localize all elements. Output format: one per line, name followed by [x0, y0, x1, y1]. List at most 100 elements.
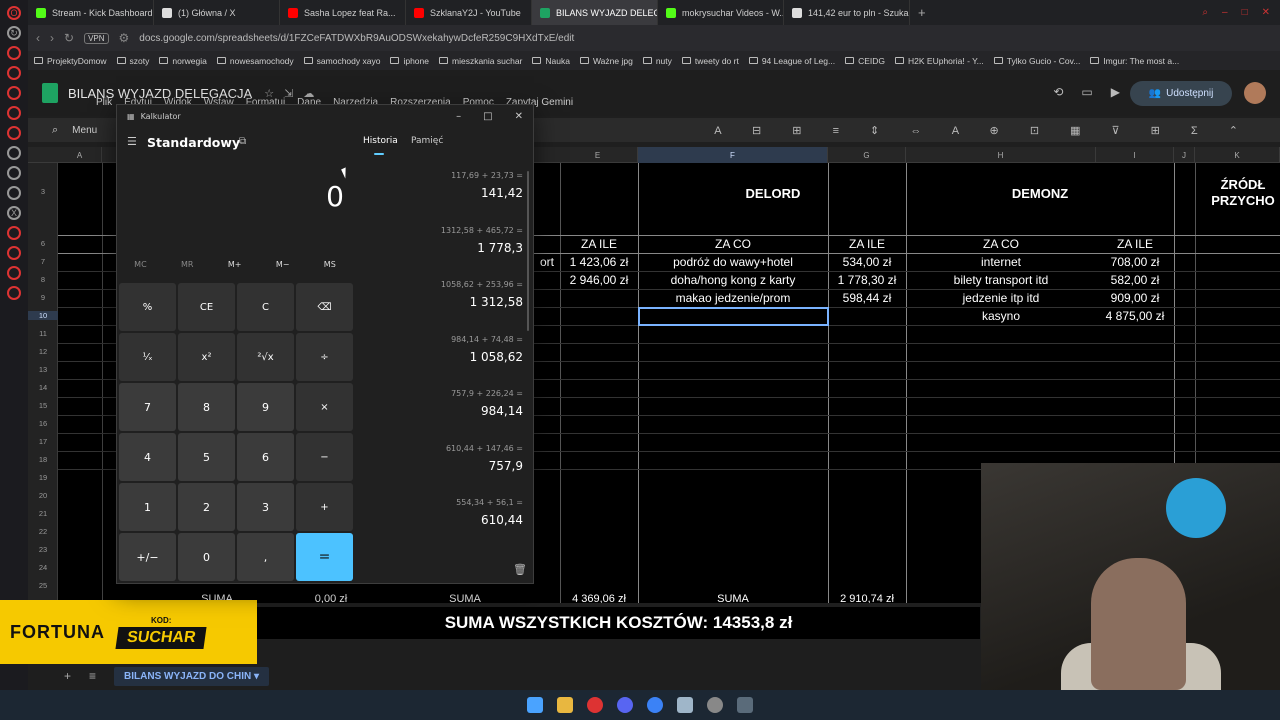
opera-logo-icon[interactable]: O: [7, 6, 21, 20]
meet-icon[interactable]: ▶: [1111, 85, 1120, 99]
memory-button[interactable]: MR: [181, 260, 193, 269]
bookmark-item[interactable]: ProjektyDomow: [34, 56, 107, 66]
key-digit-3[interactable]: 3: [237, 483, 294, 531]
memory-button[interactable]: MC: [134, 260, 147, 269]
sidebar-app-icon[interactable]: [7, 126, 21, 140]
header-za-ile[interactable]: ZA ILE: [1096, 235, 1174, 253]
bookmark-item[interactable]: 94 League of Leg...: [748, 56, 835, 66]
cell-suma-value[interactable]: 0,00 zł: [292, 591, 370, 603]
file-explorer-icon[interactable]: [557, 697, 573, 713]
history-item[interactable]: 984,14 + 74,48 = 1 058,62: [353, 331, 529, 386]
clear-history-icon[interactable]: 🗑: [513, 563, 527, 576]
column-header-h[interactable]: H: [906, 147, 1096, 163]
cell-e7[interactable]: 1 423,06 zł: [560, 253, 638, 271]
key-equals[interactable]: =: [296, 533, 353, 581]
bookmark-item[interactable]: CEIDG: [845, 56, 885, 66]
memory-button[interactable]: MS: [324, 260, 336, 269]
discord-icon[interactable]: [617, 697, 633, 713]
key-digit-0[interactable]: 0: [178, 533, 235, 581]
row-header[interactable]: 22: [28, 527, 58, 536]
browser-tab[interactable]: Sasha Lopez feat Ra...: [280, 0, 406, 25]
sidebar-app-icon[interactable]: [7, 246, 21, 260]
column-header-f[interactable]: F: [638, 147, 828, 163]
bookmark-item[interactable]: Nauka: [532, 56, 570, 66]
maximize-icon[interactable]: □: [1242, 7, 1248, 18]
key-clear[interactable]: C: [237, 283, 294, 331]
key-reciprocal[interactable]: ¹⁄ₓ: [119, 333, 176, 381]
key-digit-2[interactable]: 2: [178, 483, 235, 531]
history-item[interactable]: 1312,58 + 465,72 = 1 778,3: [353, 222, 529, 277]
menu-search-input[interactable]: Menu: [72, 125, 97, 136]
section-title-demonz[interactable]: DEMONZ: [906, 173, 1174, 213]
cell-delord-co[interactable]: makao jedzenie/prom: [638, 289, 828, 307]
opera-icon[interactable]: [587, 697, 603, 713]
cell-suma-label[interactable]: SUMA: [638, 591, 828, 603]
row-header[interactable]: 21: [28, 509, 58, 518]
cell-demonz-co[interactable]: bilety transport itd: [906, 271, 1096, 289]
column-header-g[interactable]: G: [828, 147, 906, 163]
key-digit-7[interactable]: 7: [119, 383, 176, 431]
selected-cell[interactable]: [638, 307, 829, 326]
sidebar-app-icon[interactable]: [7, 86, 21, 100]
cell-delord-ile[interactable]: 534,00 zł: [828, 253, 906, 271]
vpn-badge[interactable]: VPN: [84, 32, 109, 44]
row-header[interactable]: 14: [28, 383, 58, 392]
cell-suma-value[interactable]: 2 910,74 zł: [828, 591, 906, 603]
row-header[interactable]: 20: [28, 491, 58, 500]
cell-demonz-ile[interactable]: 708,00 zł: [1096, 253, 1174, 271]
search-icon[interactable]: ⌕: [52, 124, 58, 137]
history-item[interactable]: 1058,62 + 253,96 = 1 312,58: [353, 276, 529, 331]
column-header-j[interactable]: J: [1174, 147, 1195, 163]
bookmark-item[interactable]: norwegia: [159, 56, 207, 66]
add-sheet-icon[interactable]: +: [64, 669, 71, 683]
bookmark-item[interactable]: Tylko Gucio - Cov...: [993, 56, 1080, 66]
history-list[interactable]: 117,69 + 23,73 = 141,42 1312,58 + 465,72 =…: [353, 167, 529, 557]
bookmark-item[interactable]: nuty: [642, 56, 672, 66]
cell-suma-value[interactable]: 4 369,06 zł: [560, 591, 638, 603]
sidebar-app-icon[interactable]: [7, 66, 21, 80]
cell-demonz-ile[interactable]: 4 875,00 zł: [1096, 307, 1174, 325]
bookmark-item[interactable]: nowesamochody: [216, 56, 294, 66]
maximize-icon[interactable]: □: [483, 111, 492, 122]
row-header[interactable]: 9: [28, 293, 58, 302]
key-decimal[interactable]: ,: [237, 533, 294, 581]
steam-icon[interactable]: [677, 697, 693, 713]
header-za-co[interactable]: ZA CO: [906, 235, 1096, 253]
windows-start-icon[interactable]: [527, 697, 543, 713]
sidebar-app-icon[interactable]: [7, 146, 21, 160]
key-square[interactable]: x²: [178, 333, 235, 381]
cell-suma-label[interactable]: SUMA: [370, 591, 560, 603]
calculator-taskbar-icon[interactable]: [737, 697, 753, 713]
header-za-ile[interactable]: ZA ILE: [828, 235, 906, 253]
history-item[interactable]: 610,44 + 147,46 = 757,9: [353, 440, 529, 495]
key-subtract[interactable]: −: [296, 433, 353, 481]
row-header[interactable]: 16: [28, 419, 58, 428]
browser-tab[interactable]: Stream - Kick Dashboard: [28, 0, 154, 25]
memory-button[interactable]: M+: [228, 260, 242, 269]
cell-e8[interactable]: 2 946,00 zł: [560, 271, 638, 289]
total-costs-banner[interactable]: SUMA WSZYSTKICH KOSZTÓW: 14353,8 zł: [257, 607, 980, 639]
column-header-k[interactable]: K: [1195, 147, 1280, 163]
minimize-icon[interactable]: –: [1222, 7, 1228, 18]
row-header[interactable]: 17: [28, 437, 58, 446]
key-clear-entry[interactable]: CE: [178, 283, 235, 331]
history-scrollbar[interactable]: [527, 171, 529, 331]
minimize-icon[interactable]: –: [456, 111, 461, 122]
close-icon[interactable]: ✕: [1262, 7, 1270, 18]
row-header[interactable]: 8: [28, 275, 58, 284]
hamburger-menu-icon[interactable]: ☰: [127, 135, 137, 148]
sidebar-app-icon[interactable]: [7, 166, 21, 180]
cell-demonz-co[interactable]: jedzenie itp itd: [906, 289, 1096, 307]
key-digit-4[interactable]: 4: [119, 433, 176, 481]
row-header[interactable]: 7: [28, 257, 58, 266]
key-digit-9[interactable]: 9: [237, 383, 294, 431]
history-item[interactable]: 117,69 + 23,73 = 141,42: [353, 167, 529, 222]
key-square-root[interactable]: ²√x: [237, 333, 294, 381]
key-add[interactable]: +: [296, 483, 353, 531]
bookmark-item[interactable]: tweety do rt: [681, 56, 739, 66]
back-icon[interactable]: ‹: [36, 31, 40, 45]
sidebar-app-icon[interactable]: [7, 266, 21, 280]
settings-icon[interactable]: [7, 286, 21, 300]
column-header-a[interactable]: A: [58, 147, 102, 163]
sidebar-app-icon[interactable]: [7, 106, 21, 120]
